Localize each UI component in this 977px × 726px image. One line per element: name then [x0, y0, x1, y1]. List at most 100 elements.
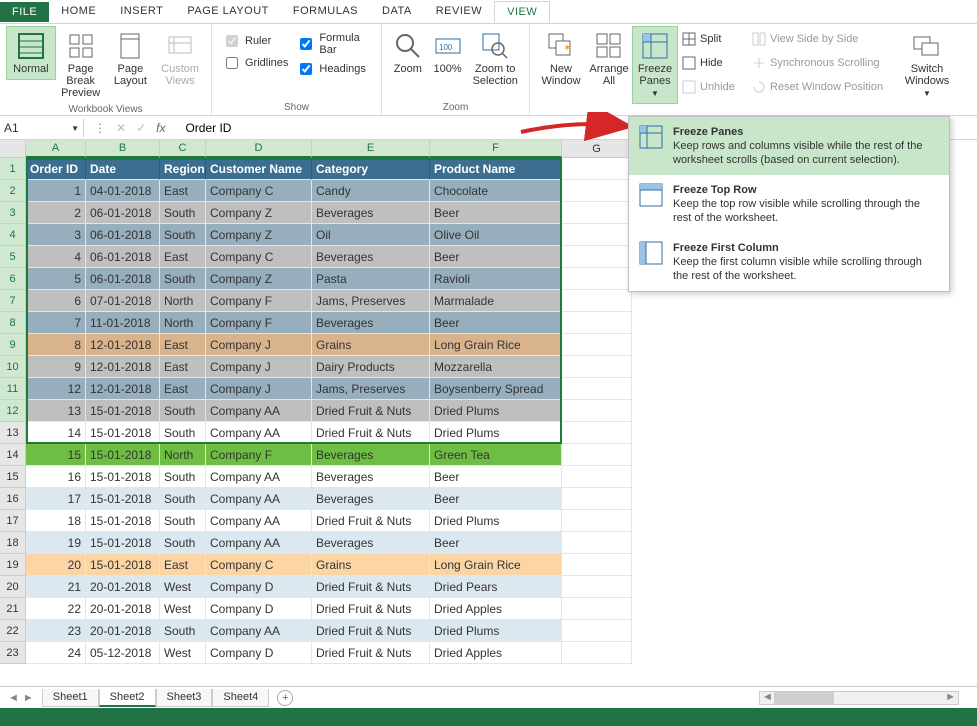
cell[interactable]: 20-01-2018 [86, 576, 160, 598]
dropdown-arrow-icon[interactable]: ▼ [71, 124, 79, 133]
sheet-tab-sheet3[interactable]: Sheet3 [156, 689, 213, 707]
column-header-E[interactable]: E [312, 140, 430, 158]
cell[interactable]: Boysenberry Spread [430, 378, 562, 400]
cell[interactable]: Order ID [26, 158, 86, 180]
cell[interactable]: Company Z [206, 224, 312, 246]
cell[interactable] [562, 444, 632, 466]
cell[interactable]: Company AA [206, 488, 312, 510]
cell[interactable]: Company AA [206, 620, 312, 642]
cell[interactable]: South [160, 400, 206, 422]
cell[interactable]: 8 [26, 334, 86, 356]
cell[interactable] [562, 466, 632, 488]
cell[interactable]: Dairy Products [312, 356, 430, 378]
tab-review[interactable]: REVIEW [424, 1, 494, 22]
cell[interactable] [562, 180, 632, 202]
cell[interactable]: Mozzarella [430, 356, 562, 378]
cell[interactable] [562, 532, 632, 554]
arrange-all-button[interactable]: Arrange All [586, 26, 632, 92]
column-header-C[interactable]: C [160, 140, 206, 158]
row-header[interactable]: 5 [0, 246, 26, 268]
column-header-A[interactable]: A [26, 140, 86, 158]
cell[interactable]: 15-01-2018 [86, 422, 160, 444]
cell[interactable]: South [160, 224, 206, 246]
page-layout-button[interactable]: Page Layout [106, 26, 156, 92]
cell[interactable]: 06-01-2018 [86, 224, 160, 246]
cell[interactable]: 6 [26, 290, 86, 312]
cell[interactable]: Company C [206, 180, 312, 202]
cell[interactable]: Region [160, 158, 206, 180]
cancel-formula-icon[interactable]: ✕ [116, 121, 126, 135]
ruler-checkbox[interactable]: Ruler [222, 32, 288, 50]
cell[interactable]: Dried Plums [430, 620, 562, 642]
cell[interactable]: Chocolate [430, 180, 562, 202]
cell[interactable]: Company D [206, 576, 312, 598]
accept-formula-icon[interactable]: ✓ [136, 121, 146, 135]
cell[interactable]: Company F [206, 444, 312, 466]
cell[interactable]: South [160, 268, 206, 290]
cell[interactable]: Dried Apples [430, 642, 562, 664]
row-header[interactable]: 19 [0, 554, 26, 576]
cell[interactable]: 1 [26, 180, 86, 202]
switch-windows-button[interactable]: Switch Windows▼ [898, 26, 956, 104]
cell[interactable]: 3 [26, 224, 86, 246]
cell[interactable]: 22 [26, 598, 86, 620]
cell[interactable]: Company Z [206, 268, 312, 290]
cell[interactable]: Company AA [206, 510, 312, 532]
formula-options-icon[interactable]: ⋮ [94, 121, 106, 135]
cell[interactable]: 20-01-2018 [86, 620, 160, 642]
horizontal-scrollbar[interactable]: ◄ ► [759, 691, 959, 705]
column-header-G[interactable]: G [562, 140, 632, 158]
cell[interactable]: Jams, Preserves [312, 290, 430, 312]
cell[interactable]: Customer Name [206, 158, 312, 180]
cell[interactable]: Dried Pears [430, 576, 562, 598]
cell[interactable]: Long Grain Rice [430, 334, 562, 356]
cell[interactable]: Grains [312, 334, 430, 356]
cell[interactable]: 15-01-2018 [86, 532, 160, 554]
cell[interactable]: Dried Plums [430, 422, 562, 444]
cell[interactable]: Beverages [312, 246, 430, 268]
cell[interactable]: North [160, 290, 206, 312]
cell[interactable]: Beer [430, 532, 562, 554]
cell[interactable]: 18 [26, 510, 86, 532]
cell[interactable]: 06-01-2018 [86, 268, 160, 290]
cell[interactable] [562, 224, 632, 246]
cell[interactable]: North [160, 444, 206, 466]
cell[interactable]: 12 [26, 378, 86, 400]
cell[interactable]: East [160, 180, 206, 202]
cell[interactable] [562, 400, 632, 422]
sheet-nav-next-icon[interactable]: ► [23, 692, 34, 704]
cell[interactable]: 9 [26, 356, 86, 378]
cell[interactable]: South [160, 532, 206, 554]
cell[interactable]: Dried Fruit & Nuts [312, 510, 430, 532]
cell[interactable]: Dried Fruit & Nuts [312, 576, 430, 598]
gridlines-checkbox[interactable]: Gridlines [222, 54, 288, 72]
cell[interactable] [562, 268, 632, 290]
scroll-left-icon[interactable]: ◄ [762, 691, 773, 703]
cell[interactable]: Candy [312, 180, 430, 202]
cell[interactable]: Company AA [206, 422, 312, 444]
cell[interactable]: 7 [26, 312, 86, 334]
cell[interactable]: Beverages [312, 202, 430, 224]
row-header[interactable]: 4 [0, 224, 26, 246]
row-header[interactable]: 7 [0, 290, 26, 312]
cell[interactable]: Beverages [312, 488, 430, 510]
cell[interactable]: Beer [430, 246, 562, 268]
cell[interactable]: 23 [26, 620, 86, 642]
cell[interactable]: Company C [206, 554, 312, 576]
sheet-nav-prev-icon[interactable]: ◄ [8, 692, 19, 704]
cell[interactable] [562, 356, 632, 378]
cell[interactable]: 06-01-2018 [86, 202, 160, 224]
zoom-100-button[interactable]: 100 100% [428, 26, 468, 80]
cell[interactable]: Beverages [312, 466, 430, 488]
cell[interactable]: West [160, 598, 206, 620]
cell[interactable] [562, 334, 632, 356]
cell[interactable]: 15-01-2018 [86, 444, 160, 466]
row-header[interactable]: 23 [0, 642, 26, 664]
headings-checkbox[interactable]: Headings [296, 60, 371, 78]
cell[interactable]: 21 [26, 576, 86, 598]
cell[interactable]: Company J [206, 334, 312, 356]
cell[interactable]: 2 [26, 202, 86, 224]
cell[interactable]: 15-01-2018 [86, 488, 160, 510]
cell[interactable]: South [160, 620, 206, 642]
tab-formulas[interactable]: FORMULAS [281, 1, 370, 22]
